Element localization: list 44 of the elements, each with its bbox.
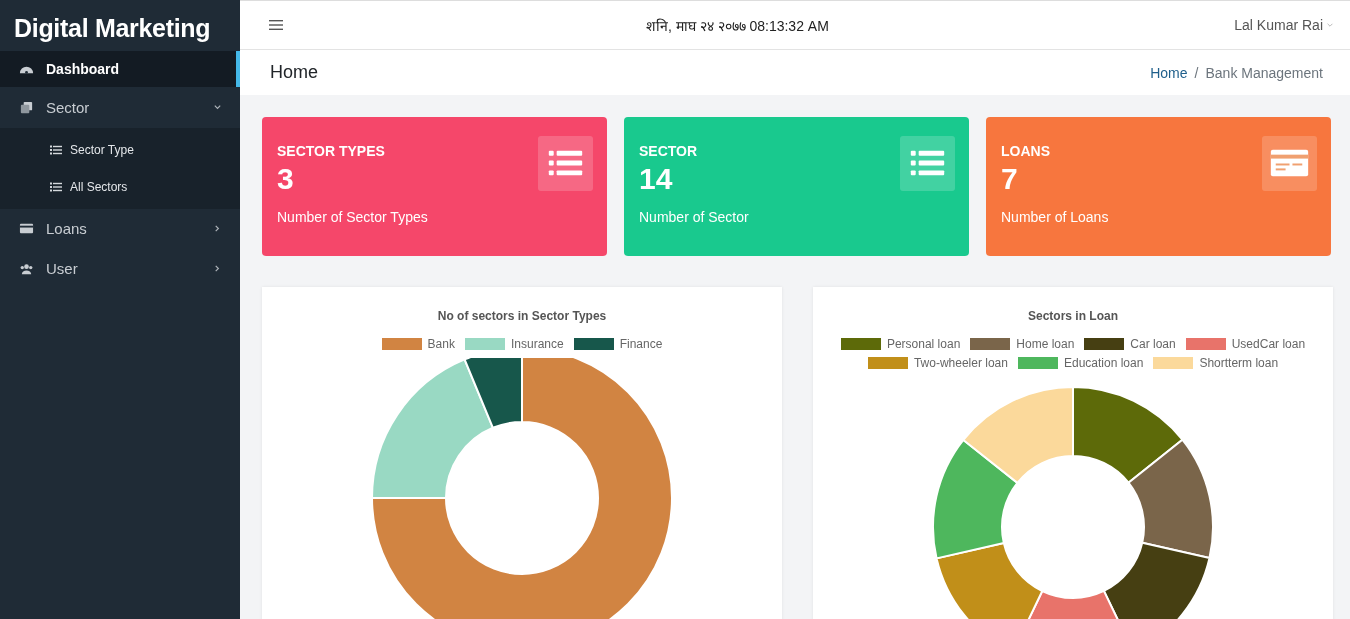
legend-label: Shortterm loan [1199,356,1279,370]
chevron-down-icon [1326,21,1334,29]
card-caption: Number of Loans [1001,209,1109,225]
sidebar-item[interactable]: User [0,249,240,288]
card-icon [19,221,34,236]
menu-icon[interactable] [269,19,283,31]
legend-label: Personal loan [886,337,961,351]
date-time: शनि, माघ २४ २०७७ 08:13:32 AM [646,16,829,35]
card-icon [1262,136,1317,191]
chart-title: No of sectors in Sector Types [437,309,607,323]
legend-label: Car loan [1130,337,1176,351]
sidebar-subitem[interactable]: Sector Type [0,131,240,168]
breadcrumb-link[interactable]: Home [1150,64,1188,81]
legend-label: Insurance [510,337,564,351]
list-icon [538,136,593,191]
legend-label: Home loan [1016,337,1075,351]
list-icon [50,181,62,192]
sidebar-item[interactable]: Sector [0,88,240,127]
brand-title: Digital Marketing [13,13,212,44]
page-title: Home [270,62,318,83]
legend-label: Finance [619,337,663,351]
legend-label: Two-wheeler loan [913,356,1008,370]
copy-icon [19,100,34,115]
legend-label: Education loan [1063,356,1144,370]
chart-title: Sectors in Loan [1028,309,1118,323]
card-value: 7 [1001,162,1019,196]
card-title: LOANS [1001,143,1051,159]
card-value: 14 [639,162,674,196]
card-title: SECTOR TYPES [277,143,386,159]
sidebar-item[interactable]: Loans [0,209,240,248]
breadcrumb-current: Bank Management [1205,64,1323,81]
sidebar-subitem[interactable]: All Sectors [0,168,240,205]
sidebar-item[interactable]: Dashboard [0,51,240,87]
card-title: SECTOR [639,143,699,159]
users-icon [19,261,34,276]
list-icon [50,144,62,155]
legend-label: Bank [427,337,455,351]
legend-label: UsedCar loan [1231,337,1306,351]
breadcrumb-separator: / [1194,64,1199,81]
card-value: 3 [277,162,295,196]
card-caption: Number of Sector Types [277,209,428,225]
card-caption: Number of Sector [639,209,749,225]
user-menu[interactable]: Lal Kumar Rai [1234,17,1334,33]
list-icon [900,136,955,191]
